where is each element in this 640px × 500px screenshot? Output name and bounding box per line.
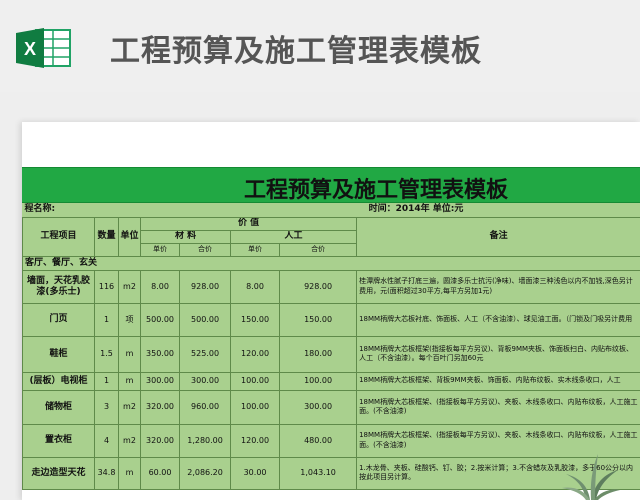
- cell-mat-total: 525.00: [179, 335, 232, 373]
- cell-item: 门页: [22, 302, 95, 337]
- cell-unit: m: [118, 335, 141, 373]
- cell-lab-price: 100.00: [230, 389, 281, 425]
- cell-qty: 1: [94, 371, 119, 391]
- col-header-unit: 单位: [118, 216, 141, 257]
- cell-note: 18MM柄牌大芯板框架、(指接板每平方另议)、夹板、木线条收口、内贴布纹板，人工…: [356, 389, 640, 425]
- col-header-material: 材 料: [139, 229, 232, 244]
- table-row: 门页 1 项 500.00 500.00 150.00 150.00 18MM柄…: [22, 302, 640, 337]
- page-header: X 工程预算及施工管理表模板: [0, 0, 640, 92]
- table-row: 墙面，天花乳胶漆(多乐士) 116 m2 8.00 928.00 8.00 92…: [22, 269, 640, 304]
- cell-qty: 3: [94, 389, 119, 425]
- table-row: 鞋柜 1.5 m 350.00 525.00 120.00 180.00 18M…: [22, 335, 640, 373]
- cell-mat-total: 500.00: [179, 302, 232, 337]
- cell-item: 置衣柜: [22, 423, 95, 458]
- cell-mat-price: 350.00: [139, 335, 181, 373]
- cell-lab-total: 150.00: [279, 302, 358, 337]
- table-row: 置衣柜 4 m2 320.00 1,280.00 120.00 480.00 1…: [22, 423, 640, 458]
- excel-icon: X: [16, 28, 71, 68]
- cell-mat-total: 300.00: [179, 371, 232, 391]
- cell-item: 墙面，天花乳胶漆(多乐士): [22, 269, 95, 304]
- cell-note: 18MM柄牌大芯板衬底、饰面板、人工（不含油漆）、球见油工面。（门锁及门吸另计费…: [356, 302, 640, 337]
- cell-lab-price: 120.00: [230, 335, 281, 373]
- cell-lab-total: 928.00: [279, 269, 358, 304]
- cell-mat-price: 8.00: [139, 269, 181, 304]
- spreadsheet-preview: 工程预算及施工管理表模板 程名称: 时间：2014年 单位:元 工程项目 数量 …: [22, 122, 640, 500]
- cell-mat-total: 960.00: [179, 389, 232, 425]
- sheet-title-band: 工程预算及施工管理表模板: [22, 167, 640, 203]
- table-row: 储物柜 3 m2 320.00 960.00 100.00 300.00 18M…: [22, 389, 640, 425]
- section-label: 客厅、餐厅、玄关: [22, 255, 640, 271]
- cell-lab-price: 30.00: [230, 456, 281, 490]
- cell-lab-price: 8.00: [230, 269, 281, 304]
- cell-lab-price: 100.00: [230, 371, 281, 391]
- page-title: 工程预算及施工管理表模板: [110, 34, 482, 69]
- cell-unit: m2: [118, 389, 141, 425]
- cell-mat-price: 60.00: [139, 456, 181, 490]
- cell-lab-price: 150.00: [230, 302, 281, 337]
- cell-unit: 项: [118, 302, 141, 337]
- cell-note: 18MM柄牌大芯板框架(指接板每平方另议)、背板9MM夹板、饰面板扫白、内贴布纹…: [356, 335, 640, 373]
- budget-table: 程名称: 时间：2014年 单位:元 工程项目 数量 单位 价 值 备注 材 料…: [22, 203, 640, 490]
- table-row: 走边造型天花 34.8 m 60.00 2,086.20 30.00 1,043…: [22, 456, 640, 490]
- cell-unit: m2: [118, 269, 141, 304]
- col-header-lab-total: 合价: [279, 242, 358, 257]
- cell-mat-total: 928.00: [179, 269, 232, 304]
- cell-lab-total: 300.00: [279, 389, 358, 425]
- cell-mat-total: 1,280.00: [179, 423, 232, 458]
- col-header-mat-total: 合价: [179, 242, 232, 257]
- cell-unit: m: [118, 371, 141, 391]
- cell-unit: m2: [118, 423, 141, 458]
- cell-item: 储物柜: [22, 389, 95, 425]
- cell-item: 走边造型天花: [22, 456, 95, 490]
- plant-decoration-icon: [562, 454, 620, 500]
- cell-lab-total: 180.00: [279, 335, 358, 373]
- cell-lab-total: 100.00: [279, 371, 358, 391]
- cell-lab-price: 120.00: [230, 423, 281, 458]
- cell-qty: 4: [94, 423, 119, 458]
- time-unit-label: 时间：2014年 单位:元: [356, 203, 640, 218]
- cell-unit: m: [118, 456, 141, 490]
- cell-mat-total: 2,086.20: [179, 456, 232, 490]
- cell-note: 桂潭牌水性腻子打底三遍，圆漆多乐士抗污(净味)、墙面漆三种浅色以内不加钱,深色另…: [356, 269, 640, 304]
- cell-item: (层板）电视柜: [22, 371, 95, 391]
- cell-mat-price: 500.00: [139, 302, 181, 337]
- cell-mat-price: 300.00: [139, 371, 181, 391]
- sheet-title: 工程预算及施工管理表模板: [243, 178, 508, 203]
- project-name-label: 程名称:: [22, 203, 180, 218]
- cell-mat-price: 320.00: [139, 389, 181, 425]
- col-header-item: 工程项目: [22, 216, 95, 257]
- cell-note: 18MM柄牌大芯板框架、背板9MM夹板、饰面板、内贴布纹板、实木线条收口，人工: [356, 371, 640, 391]
- cell-qty: 1.5: [94, 335, 119, 373]
- cell-lab-total: 480.00: [279, 423, 358, 458]
- table-row: (层板）电视柜 1 m 300.00 300.00 100.00 100.00 …: [22, 371, 640, 391]
- col-header-price: 价 值: [139, 216, 358, 231]
- cell-qty: 34.8: [94, 456, 119, 490]
- col-header-mat-unit-price: 单价: [139, 242, 181, 257]
- cell-lab-total: 1,043.10: [279, 456, 358, 490]
- sheet-top-blank: [22, 122, 640, 167]
- cell-qty: 116: [94, 269, 119, 304]
- cell-item: 鞋柜: [22, 335, 95, 373]
- cell-mat-price: 320.00: [139, 423, 181, 458]
- col-header-qty: 数量: [94, 216, 119, 257]
- svg-text:X: X: [24, 39, 36, 59]
- col-header-lab-unit-price: 单价: [230, 242, 281, 257]
- col-header-labor: 人工: [230, 229, 358, 244]
- cell-qty: 1: [94, 302, 119, 337]
- col-header-remark: 备注: [356, 216, 640, 257]
